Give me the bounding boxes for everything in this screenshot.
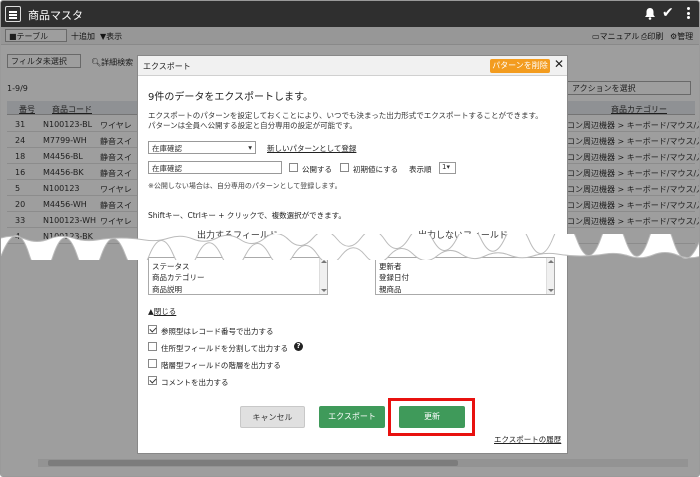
pattern-select[interactable]: 在庫確認 ▾: [148, 141, 256, 154]
ref-as-record-number-label: 参照型はレコード番号で出力する: [161, 327, 274, 336]
list-item[interactable]: 登録日付: [379, 272, 409, 283]
update-highlight-box: [388, 398, 475, 436]
desc-line-1: エクスポートのパターンを設定しておくことにより、いつでも決まった出力形式でエクス…: [148, 111, 543, 120]
save-as-new-pattern-link[interactable]: 新しいパターンとして登録: [267, 143, 356, 154]
list-item[interactable]: ステータス: [152, 261, 190, 272]
publish-checkbox[interactable]: [289, 163, 298, 172]
dialog-title: エクスポート: [143, 62, 191, 71]
torn-edge-divider: [1, 234, 699, 260]
export-history-link[interactable]: エクスポートの履歴: [494, 434, 561, 445]
dialog-description: エクスポートのパターンを設定しておくことにより、いつでも決まった出力形式でエクス…: [148, 111, 560, 131]
split-address-label: 住所型フィールドを分割して出力する: [161, 344, 289, 353]
output-comments-checkbox[interactable]: [148, 376, 157, 385]
list-item[interactable]: 親商品: [379, 284, 402, 295]
ref-as-record-number-checkbox[interactable]: [148, 325, 157, 334]
dialog-lead: 9件のデータをエクスポートします。: [148, 92, 314, 103]
initial-checkbox[interactable]: [340, 163, 349, 172]
app-title: 商品マスタ: [28, 9, 83, 22]
hierarchy-label: 階層型フィールドの階層を出力する: [161, 361, 281, 370]
multi-select-hint: Shiftキー、Ctrlキー + クリックで、複数選択ができます。: [148, 211, 346, 220]
kebab-menu-icon[interactable]: [687, 7, 691, 21]
order-label: 表示順: [409, 165, 432, 174]
close-icon[interactable]: ✕: [554, 57, 564, 71]
pattern-name-input[interactable]: 在庫確認: [148, 161, 282, 174]
delete-pattern-button[interactable]: パターンを削除: [490, 59, 550, 73]
chevron-down-icon: ▾: [446, 163, 450, 171]
initial-label: 初期値にする: [353, 165, 399, 174]
list-item[interactable]: 更新者: [379, 261, 402, 272]
check-icon[interactable]: ✔: [662, 5, 674, 21]
cancel-button[interactable]: キャンセル: [240, 406, 305, 428]
private-note: ※公開しない場合は、自分専用のパターンとして登録します。: [148, 182, 342, 190]
publish-label: 公開する: [302, 165, 332, 174]
help-icon[interactable]: ?: [294, 342, 303, 351]
order-select[interactable]: 1▾: [439, 162, 456, 174]
split-address-checkbox[interactable]: [148, 342, 157, 351]
close-toggle-label: 閉じる: [153, 307, 177, 316]
list-item[interactable]: 商品説明: [152, 284, 182, 295]
hierarchy-checkbox[interactable]: [148, 359, 157, 368]
list-scrollbar[interactable]: [319, 258, 327, 294]
close-toggle-link[interactable]: ▲閉じる: [148, 306, 176, 317]
chevron-down-icon: ▾: [248, 143, 252, 152]
app-header: 商品マスタ ✔: [1, 1, 699, 27]
hamburger-menu-icon[interactable]: [5, 6, 21, 22]
list-item[interactable]: 商品カテゴリー: [152, 272, 205, 283]
list-scrollbar[interactable]: [546, 258, 554, 294]
output-fields-list[interactable]: ステータス 商品カテゴリー 商品説明: [148, 257, 328, 295]
non-output-fields-list[interactable]: 更新者 登録日付 親商品: [375, 257, 555, 295]
export-button[interactable]: エクスポート: [319, 406, 385, 428]
dialog-header: エクスポート パターンを削除 ✕: [138, 56, 567, 76]
pattern-select-value: 在庫確認: [152, 144, 182, 153]
output-comments-label: コメントを出力する: [161, 378, 229, 387]
app-window: 商品マスタ ✔ ■テーブル 十追加 ▼表示 ▭マニュアル ⎙印刷 ⚙管理 フィル…: [0, 0, 700, 477]
desc-line-2: パターンは全員へ公開する設定と自分専用の設定が可能です。: [148, 121, 357, 130]
bell-icon[interactable]: [644, 7, 656, 20]
